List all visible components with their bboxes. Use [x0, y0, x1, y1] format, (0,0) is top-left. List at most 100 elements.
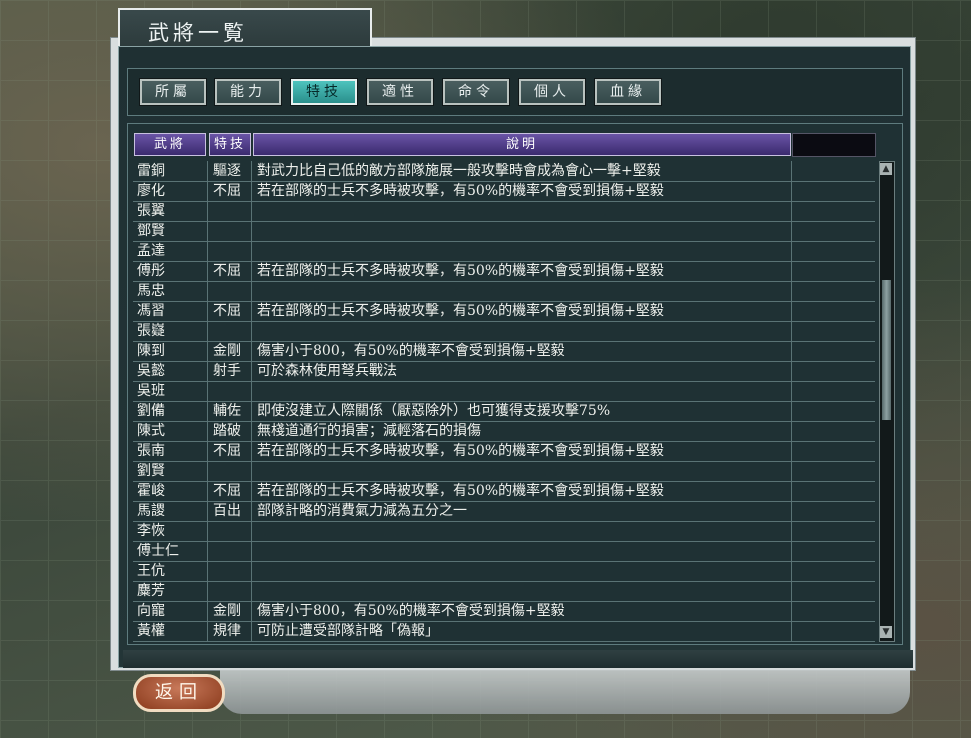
table-row[interactable]: 向寵 金剛 傷害小于800，有50%的機率不會受到損傷+堅毅 — [133, 601, 875, 622]
skill-description — [257, 521, 787, 541]
officer-skill: 不屈 — [213, 263, 241, 279]
skill-description: 若在部隊的士兵不多時被攻擊，有50%的機率不會受到損傷+堅毅 — [257, 443, 664, 459]
table-row[interactable]: 孟達 — [133, 241, 875, 262]
table-row[interactable]: 陳式 踏破 無棧道通行的損害；減輕落石的損傷 — [133, 421, 875, 442]
table-row[interactable]: 李恢 — [133, 521, 875, 542]
scroll-up-arrow-icon[interactable]: ▲ — [880, 163, 892, 175]
tab-2[interactable]: 特技 — [290, 78, 358, 106]
officer-name: 劉備 — [137, 403, 165, 419]
table-row[interactable]: 雷銅 驅逐 對武力比自己低的敵方部隊施展一般攻擊時會成為會心一擊+堅毅 — [133, 161, 875, 182]
officer-name: 王伉 — [137, 563, 165, 579]
skill-description: 部隊計略的消費氣力減為五分之一 — [257, 503, 467, 519]
officer-skill: 踏破 — [213, 423, 241, 439]
tab-5[interactable]: 個人 — [518, 78, 586, 106]
table-row[interactable]: 陳到 金剛 傷害小于800，有50%的機率不會受到損傷+堅毅 — [133, 341, 875, 362]
officer-name: 張翼 — [137, 203, 165, 219]
officer-skill — [213, 241, 253, 261]
table-row[interactable]: 傅彤 不屈 若在部隊的士兵不多時被攻擊，有50%的機率不會受到損傷+堅毅 — [133, 261, 875, 282]
table-row[interactable]: 鄧賢 — [133, 221, 875, 242]
officer-skill: 驅逐 — [213, 163, 241, 179]
table-row[interactable]: 劉備 輔佐 即使沒建立人際關係（厭惡除外）也可獲得支援攻擊75% — [133, 401, 875, 422]
officer-name: 吳懿 — [137, 363, 165, 379]
officer-skill: 不屈 — [213, 303, 241, 319]
table-row[interactable]: 吳班 — [133, 381, 875, 402]
officer-name: 張嶷 — [137, 323, 165, 339]
header-skill[interactable]: 特技 — [209, 133, 251, 156]
officer-name: 向寵 — [137, 603, 165, 619]
tab-1[interactable]: 能力 — [214, 78, 282, 106]
skill-description — [257, 461, 787, 481]
skill-description: 對武力比自己低的敵方部隊施展一般攻擊時會成為會心一擊+堅毅 — [257, 163, 661, 179]
officer-skill — [213, 221, 253, 241]
officer-name: 吳班 — [137, 383, 165, 399]
skill-description: 即使沒建立人際關係（厭惡除外）也可獲得支援攻擊75% — [257, 403, 611, 419]
officer-name: 李恢 — [137, 523, 165, 539]
table-row[interactable]: 黃權 規律 可防止遭受部隊計略「偽報」 — [133, 621, 875, 642]
skill-description: 若在部隊的士兵不多時被攻擊，有50%的機率不會受到損傷+堅毅 — [257, 263, 664, 279]
table-row[interactable]: 馬謖 百出 部隊計略的消費氣力減為五分之一 — [133, 501, 875, 522]
table-row[interactable]: 馬忠 — [133, 281, 875, 302]
table-row[interactable]: 劉賢 — [133, 461, 875, 482]
tab-6[interactable]: 血緣 — [594, 78, 662, 106]
table-row[interactable]: 張南 不屈 若在部隊的士兵不多時被攻擊，有50%的機率不會受到損傷+堅毅 — [133, 441, 875, 462]
officer-skill — [213, 381, 253, 401]
officer-skill: 金剛 — [213, 603, 241, 619]
back-button[interactable]: 返回 — [133, 674, 225, 712]
officer-name: 孟達 — [137, 243, 165, 259]
skill-description: 可於森林使用弩兵戰法 — [257, 363, 397, 379]
bottom-bar — [123, 650, 913, 668]
table-row[interactable]: 張翼 — [133, 201, 875, 222]
skill-description — [257, 561, 787, 581]
officer-name: 廖化 — [137, 183, 165, 199]
skill-description: 若在部隊的士兵不多時被攻擊，有50%的機率不會受到損傷+堅毅 — [257, 483, 664, 499]
table-row[interactable]: 吳懿 射手 可於森林使用弩兵戰法 — [133, 361, 875, 382]
officer-skill — [213, 541, 253, 561]
skill-description: 若在部隊的士兵不多時被攻擊，有50%的機率不會受到損傷+堅毅 — [257, 303, 664, 319]
table-row[interactable]: 霍峻 不屈 若在部隊的士兵不多時被攻擊，有50%的機率不會受到損傷+堅毅 — [133, 481, 875, 502]
scrollbar-thumb[interactable] — [882, 280, 891, 420]
header-blank — [792, 133, 876, 157]
officer-skill: 金剛 — [213, 343, 241, 359]
table-row[interactable]: 傅士仁 — [133, 541, 875, 562]
officer-skill — [213, 281, 253, 301]
skill-description — [257, 221, 787, 241]
officer-skill — [213, 581, 253, 601]
skill-description: 傷害小于800，有50%的機率不會受到損傷+堅毅 — [257, 603, 565, 619]
tab-3[interactable]: 適性 — [366, 78, 434, 106]
officer-skill: 百出 — [213, 503, 241, 519]
officer-skill: 不屈 — [213, 443, 241, 459]
officer-skill: 不屈 — [213, 483, 241, 499]
officer-name: 傅彤 — [137, 263, 165, 279]
cloud-ornament — [220, 668, 910, 714]
officer-skill: 規律 — [213, 623, 241, 639]
officer-name: 傅士仁 — [137, 543, 179, 559]
officer-name: 劉賢 — [137, 463, 165, 479]
window-title: 武將一覧 — [148, 21, 248, 45]
tab-4[interactable]: 命令 — [442, 78, 510, 106]
skill-description: 可防止遭受部隊計略「偽報」 — [257, 623, 439, 639]
officer-name: 黃權 — [137, 623, 165, 639]
table-row[interactable]: 王伉 — [133, 561, 875, 582]
table-row[interactable]: 廖化 不屈 若在部隊的士兵不多時被攻擊，有50%的機率不會受到損傷+堅毅 — [133, 181, 875, 202]
officer-skill — [213, 461, 253, 481]
officer-name: 陳到 — [137, 343, 165, 359]
officer-skill: 不屈 — [213, 183, 241, 199]
table-row[interactable]: 馮習 不屈 若在部隊的士兵不多時被攻擊，有50%的機率不會受到損傷+堅毅 — [133, 301, 875, 322]
header-name[interactable]: 武將 — [134, 133, 206, 156]
skill-description — [257, 321, 787, 341]
header-description[interactable]: 說明 — [253, 133, 791, 156]
skill-description — [257, 381, 787, 401]
officer-name: 雷銅 — [137, 163, 165, 179]
officer-skill — [213, 521, 253, 541]
officer-name: 張南 — [137, 443, 165, 459]
table-row[interactable]: 張嶷 — [133, 321, 875, 342]
skill-description: 傷害小于800，有50%的機率不會受到損傷+堅毅 — [257, 343, 565, 359]
scroll-down-arrow-icon[interactable]: ▼ — [880, 626, 892, 638]
skill-description — [257, 281, 787, 301]
officer-skill: 射手 — [213, 363, 241, 379]
officer-name: 馬忠 — [137, 283, 165, 299]
tab-0[interactable]: 所屬 — [139, 78, 207, 106]
officer-name: 陳式 — [137, 423, 165, 439]
skill-description: 無棧道通行的損害；減輕落石的損傷 — [257, 423, 481, 439]
table-row[interactable]: 麋芳 — [133, 581, 875, 602]
